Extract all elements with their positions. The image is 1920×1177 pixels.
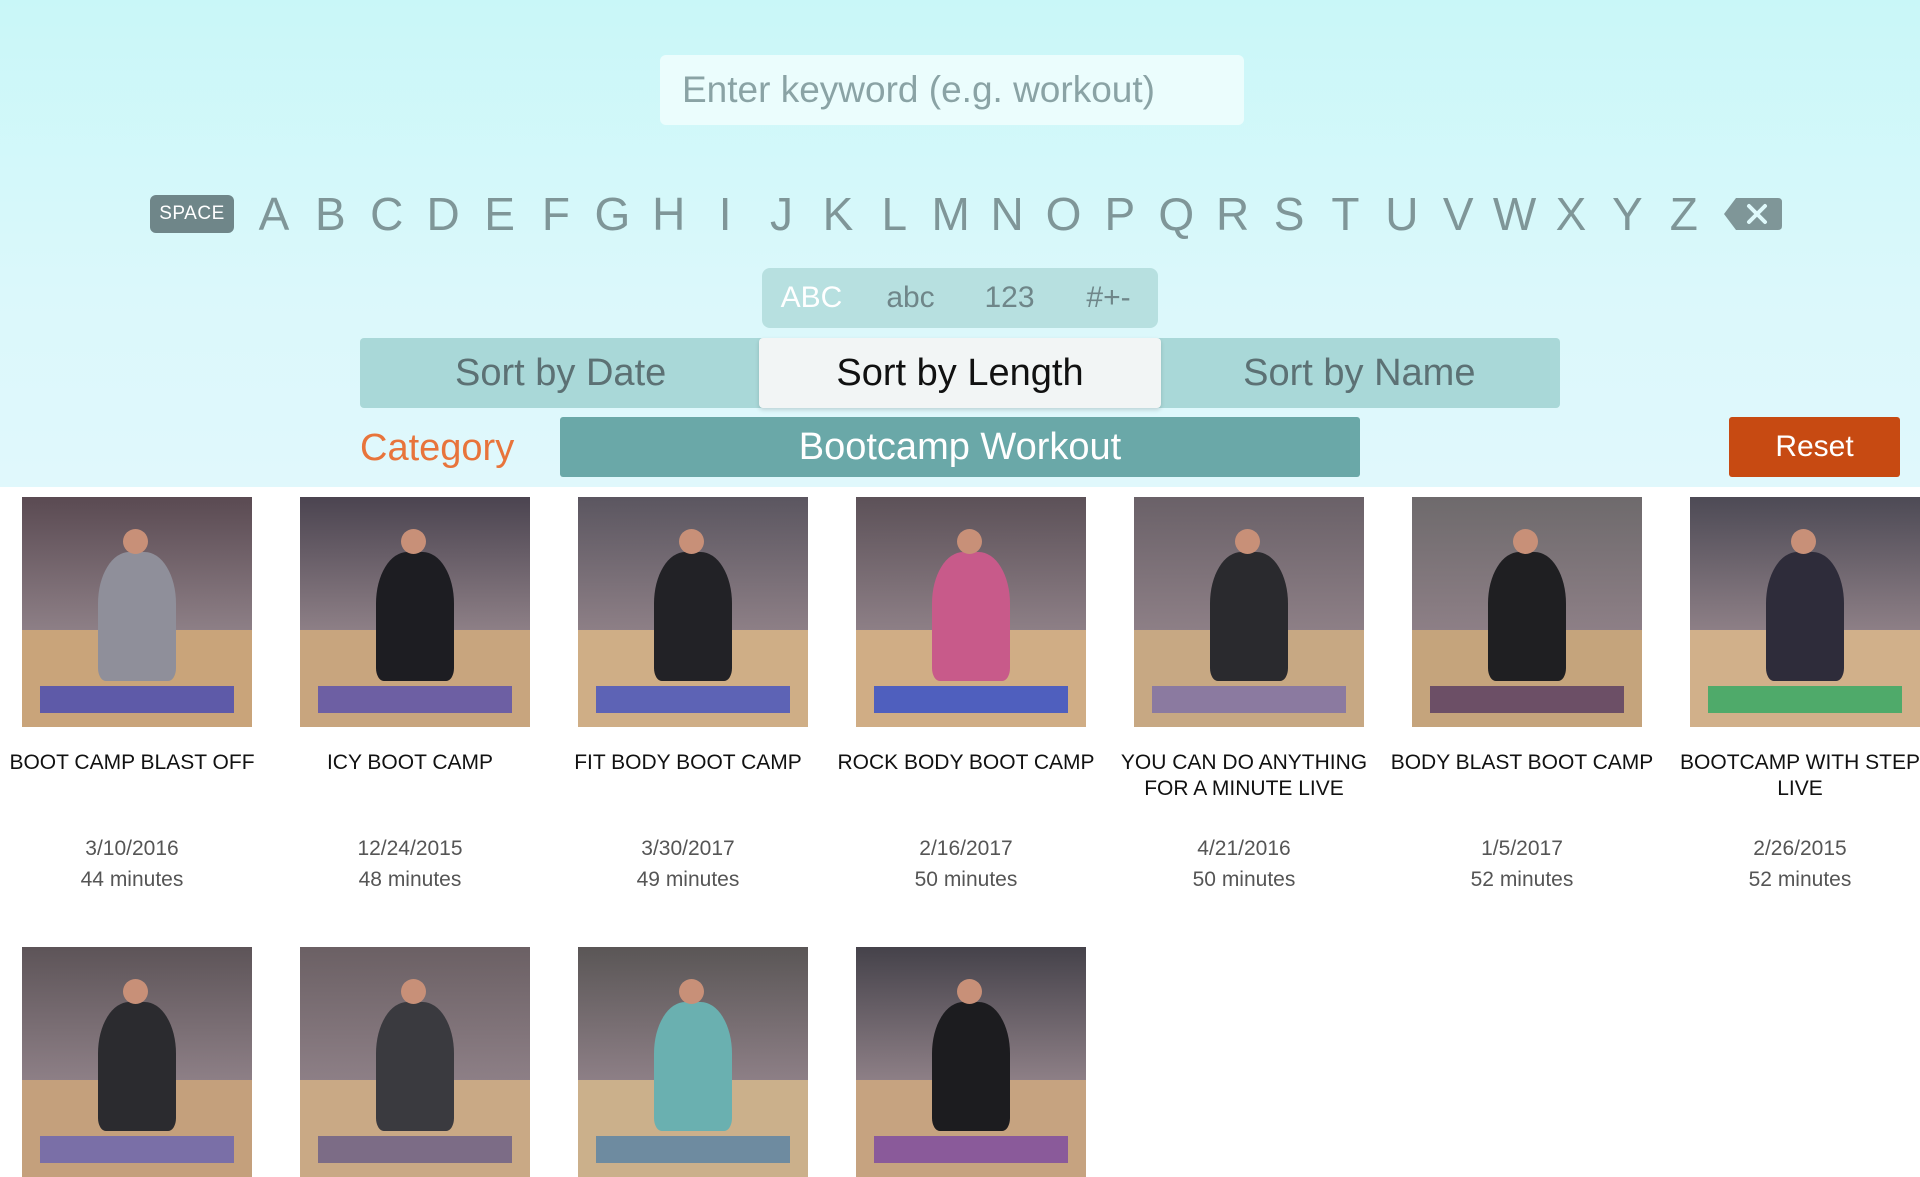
video-thumbnail[interactable] (22, 947, 252, 1177)
letter-key-v[interactable]: V (1434, 187, 1482, 241)
video-length: 50 minutes (1192, 868, 1296, 891)
keyboard-mode-lowercase[interactable]: abc (861, 281, 960, 315)
letter-key-p[interactable]: P (1096, 187, 1144, 241)
video-length: 48 minutes (358, 868, 462, 891)
video-thumbnail[interactable] (300, 497, 530, 727)
letter-key-o[interactable]: O (1039, 187, 1087, 241)
letter-key-e[interactable]: E (476, 187, 524, 241)
space-key[interactable]: SPACE (150, 195, 234, 233)
video-length: 52 minutes (1748, 868, 1852, 891)
video-date: 4/21/2016 (1197, 837, 1291, 860)
letter-key-i[interactable]: I (701, 187, 749, 241)
video-length: 44 minutes (80, 868, 184, 891)
video-length: 49 minutes (636, 868, 740, 891)
search-input[interactable]: Enter keyword (e.g. workout) (660, 55, 1244, 125)
letter-key-c[interactable]: C (363, 187, 411, 241)
video-thumbnail[interactable] (1412, 497, 1642, 727)
letter-key-s[interactable]: S (1265, 187, 1313, 241)
video-title: ROCK BODY BOOT CAMP (837, 751, 1095, 774)
letter-key-n[interactable]: N (983, 187, 1031, 241)
letter-key-y[interactable]: Y (1603, 187, 1651, 241)
video-date: 12/24/2015 (357, 837, 463, 860)
video-title: BODY BLAST BOOT CAMP (1390, 751, 1654, 774)
keyboard-mode-selector: ABC abc 123 #+- (762, 268, 1158, 328)
letter-key-r[interactable]: R (1209, 187, 1257, 241)
letter-keyboard: SPACE ABCDEFGHIJKLMNOPQRSTUVWXYZ (0, 186, 1920, 242)
video-thumbnail[interactable] (578, 947, 808, 1177)
sort-by-date-button[interactable]: Sort by Date (360, 338, 761, 408)
search-placeholder: Enter keyword (e.g. workout) (682, 69, 1155, 110)
sort-segmented-control: Sort by Date Sort by Length Sort by Name (360, 338, 1560, 408)
video-date: 2/16/2017 (919, 837, 1013, 860)
video-thumbnail[interactable] (1690, 497, 1920, 727)
backspace-icon[interactable] (1722, 194, 1784, 234)
video-title: ICY BOOT CAMP (326, 751, 494, 774)
letter-key-u[interactable]: U (1378, 187, 1426, 241)
letter-key-d[interactable]: D (419, 187, 467, 241)
video-thumbnail[interactable] (856, 497, 1086, 727)
video-title: BOOTCAMP WITH STEP LIVE (1680, 751, 1920, 800)
letter-key-k[interactable]: K (814, 187, 862, 241)
letter-key-t[interactable]: T (1321, 187, 1369, 241)
video-title: BOOT CAMP BLAST OFF (9, 751, 255, 774)
category-selector[interactable]: Bootcamp Workout (560, 417, 1360, 477)
video-title: FIT BODY BOOT CAMP (574, 751, 802, 774)
category-label: Category (360, 426, 515, 469)
letter-key-j[interactable]: J (758, 187, 806, 241)
video-thumbnail[interactable] (1134, 497, 1364, 727)
video-date: 1/5/2017 (1481, 837, 1563, 860)
letter-key-l[interactable]: L (870, 187, 918, 241)
letter-key-w[interactable]: W (1491, 187, 1539, 241)
letter-key-q[interactable]: Q (1152, 187, 1200, 241)
letter-key-z[interactable]: Z (1660, 187, 1708, 241)
search-panel: Enter keyword (e.g. workout) SPACE ABCDE… (0, 0, 1920, 487)
letter-key-m[interactable]: M (927, 187, 975, 241)
video-date: 3/30/2017 (641, 837, 735, 860)
video-date: 3/10/2016 (85, 837, 179, 860)
video-thumbnail[interactable] (300, 947, 530, 1177)
keyboard-mode-uppercase[interactable]: ABC (762, 281, 861, 315)
letter-key-x[interactable]: X (1547, 187, 1595, 241)
video-date: 2/26/2015 (1753, 837, 1847, 860)
video-title: YOU CAN DO ANYTHING FOR A MINUTE LIVE (1120, 751, 1368, 800)
keyboard-mode-symbols[interactable]: #+- (1059, 281, 1158, 315)
video-thumbnail[interactable] (22, 497, 252, 727)
video-grid: BOOT CAMP BLAST OFF 3/10/2016 44 minutes IC… (0, 497, 1920, 1177)
sort-by-name-button[interactable]: Sort by Name (1159, 338, 1560, 408)
letter-key-f[interactable]: F (532, 187, 580, 241)
reset-button[interactable]: Reset (1729, 417, 1900, 477)
video-length: 50 minutes (914, 868, 1018, 891)
video-thumbnail[interactable] (856, 947, 1086, 1177)
keyboard-mode-numbers[interactable]: 123 (960, 281, 1059, 315)
sort-by-length-button[interactable]: Sort by Length (759, 338, 1161, 408)
letter-key-b[interactable]: B (306, 187, 354, 241)
letter-keys: ABCDEFGHIJKLMNOPQRSTUVWXYZ (250, 186, 1708, 242)
letter-key-h[interactable]: H (645, 187, 693, 241)
letter-key-a[interactable]: A (250, 187, 298, 241)
letter-key-g[interactable]: G (588, 187, 636, 241)
video-thumbnail[interactable] (578, 497, 808, 727)
video-length: 52 minutes (1470, 868, 1574, 891)
